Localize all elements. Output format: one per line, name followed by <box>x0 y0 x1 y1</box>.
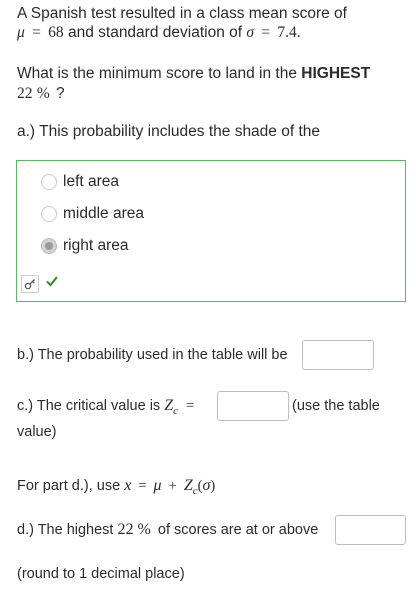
z-symbol-f: Z <box>183 477 193 494</box>
question-intro: A Spanish test resulted in a class mean … <box>17 5 347 22</box>
question-line-1: A Spanish test resulted in a class mean … <box>17 4 347 24</box>
question-line-2: μ = 68 and standard deviation of σ = 7.4… <box>17 23 301 43</box>
minimum-score-input[interactable] <box>335 515 406 545</box>
equals-sign-f: = <box>138 478 147 494</box>
ask-prefix: What is the minimum score to land in the <box>17 65 297 82</box>
mu-symbol-f: μ <box>153 477 162 494</box>
equals-sign: = <box>32 24 41 41</box>
plus-sign: + <box>168 478 177 494</box>
sd-value: 7.4. <box>277 24 301 41</box>
mu-symbol: μ <box>17 24 25 41</box>
x-symbol: x <box>124 477 132 494</box>
sigma-symbol: σ <box>246 24 255 41</box>
part-b-prompt: b.) The probability used in the table wi… <box>17 347 288 363</box>
z-symbol: Z <box>164 397 174 414</box>
mean-value: 68 <box>48 24 64 41</box>
part-d-note: (round to 1 decimal place) <box>17 566 185 582</box>
equals-sign-c: = <box>186 398 195 414</box>
percent-sign: % <box>36 85 50 102</box>
option-label: middle area <box>63 205 144 222</box>
percent-value: 22 <box>17 85 33 102</box>
question-percent: 22 % ? <box>17 84 65 104</box>
part-d-percent-sign: % <box>137 521 151 538</box>
ask-bold: HIGHEST <box>301 65 371 82</box>
part-c-suffix: (use the table <box>292 398 380 414</box>
z-subscript: c <box>173 404 178 417</box>
radio-left-area[interactable] <box>41 174 57 190</box>
close-paren: ) <box>210 478 216 494</box>
critical-value-input[interactable] <box>217 391 289 421</box>
radio-right-area[interactable] <box>41 238 57 254</box>
option-middle-area[interactable]: middle area <box>41 205 144 223</box>
part-c-prompt: c.) The critical value is <box>17 398 161 414</box>
option-label: left area <box>63 173 120 190</box>
key-icon[interactable] <box>21 275 39 293</box>
and-sd-text: and standard deviation of <box>67 24 243 41</box>
option-left-area[interactable]: left area <box>41 173 119 191</box>
equals-sign-2: = <box>261 24 271 41</box>
formula-prefix: For part d.), use <box>17 478 121 494</box>
part-a-answer-box: left area middle area right area <box>16 160 406 302</box>
option-label: right area <box>63 237 129 254</box>
radio-middle-area[interactable] <box>41 206 57 222</box>
part-d-suffix: of scores are at or above <box>157 522 319 538</box>
option-right-area[interactable]: right area <box>41 237 128 255</box>
part-d-percent-value: 22 <box>117 521 134 538</box>
part-d-prompt: d.) The highest <box>17 522 114 538</box>
question-mark: ? <box>56 85 65 102</box>
check-icon <box>45 274 59 293</box>
part-d-line: d.) The highest 22 % of scores are at or… <box>17 520 318 540</box>
part-a-prompt: a.) This probability includes the shade … <box>17 123 321 140</box>
question-ask: What is the minimum score to land in the… <box>17 64 370 84</box>
part-c-line-1: c.) The critical value is Zc = <box>17 396 194 421</box>
formula-line: For part d.), use x = μ + Zc(σ) <box>17 476 215 501</box>
probability-input[interactable] <box>302 340 374 370</box>
part-c-suffix-line-2: value) <box>17 424 57 440</box>
